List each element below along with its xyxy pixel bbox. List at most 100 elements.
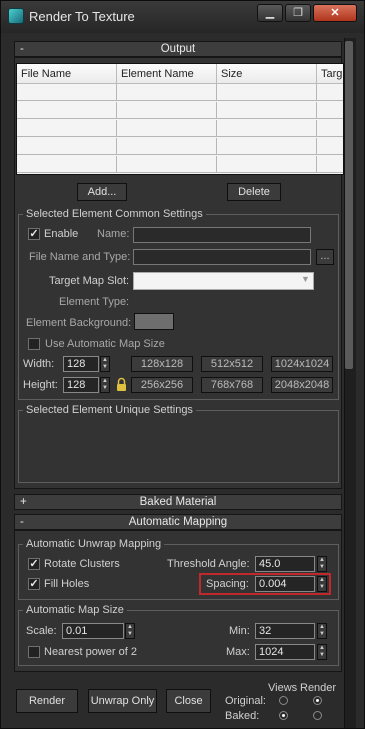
column-header-element-name[interactable]: Element Name (117, 64, 217, 84)
column-header-file-name[interactable]: File Name (17, 64, 117, 84)
browse-file-button[interactable]: ... (316, 249, 334, 265)
table-cell (17, 138, 117, 155)
app-icon (8, 8, 24, 24)
render-column-label: Render (300, 682, 337, 694)
views-column-label: Views (268, 682, 298, 694)
table-cell (217, 84, 317, 101)
table-cell (317, 138, 343, 155)
table-cell (17, 102, 117, 119)
fill-holes-label: Fill Holes (44, 578, 90, 590)
output-file-table[interactable]: File Name Element Name Size Targ (16, 63, 344, 175)
automatic-map-size-title: Automatic Map Size (23, 604, 127, 616)
spacing-spinner[interactable]: ▲ ▼ (317, 576, 327, 592)
use-automatic-map-size-checkbox[interactable] (28, 338, 40, 350)
rollout-output-header[interactable]: - Output (14, 41, 342, 57)
rollout-automatic-mapping-title: Automatic Mapping (128, 516, 228, 528)
scale-spinner[interactable]: ▲ ▼ (125, 623, 135, 639)
preset-2048x2048-button[interactable]: 2048x2048 (271, 377, 333, 393)
height-input[interactable]: 128 (63, 377, 99, 393)
table-row[interactable] (17, 102, 343, 119)
width-input[interactable]: 128 (63, 356, 99, 372)
scale-input[interactable]: 0.01 (62, 623, 124, 639)
rollout-baked-material-header[interactable]: + Baked Material (14, 494, 342, 510)
check-mark-icon: ✓ (29, 578, 39, 590)
table-cell (117, 84, 217, 101)
min-input[interactable]: 32 (255, 623, 315, 639)
rollout-expand-sign: + (20, 496, 27, 508)
window-title: Render To Texture (29, 9, 135, 24)
preset-768x768-button[interactable]: 768x768 (201, 377, 263, 393)
rollout-automatic-mapping-header[interactable]: - Automatic Mapping (14, 514, 342, 530)
original-views-radio[interactable] (279, 696, 288, 705)
min-spinner[interactable]: ▲ ▼ (317, 623, 327, 639)
original-render-radio[interactable] (313, 696, 322, 705)
max-input[interactable]: 1024 (255, 644, 315, 660)
table-cell (117, 120, 217, 137)
chevron-down-icon: ▼ (301, 274, 310, 284)
preset-256x256-button[interactable]: 256x256 (131, 377, 193, 393)
rotate-clusters-checkbox[interactable]: ✓ (28, 558, 40, 570)
table-header: File Name Element Name Size Targ (17, 64, 343, 84)
table-cell (217, 156, 317, 173)
threshold-angle-input[interactable]: 45.0 (255, 556, 315, 572)
minimize-button[interactable]: ▁ (257, 4, 283, 22)
element-background-swatch[interactable] (134, 313, 174, 330)
target-map-slot-dropdown[interactable] (133, 272, 314, 290)
height-spinner[interactable]: ▲ ▼ (100, 377, 110, 393)
table-cell (317, 156, 343, 173)
table-cell (317, 102, 343, 119)
scrollbar-thumb[interactable] (345, 41, 353, 369)
column-header-target[interactable]: Targ (317, 64, 343, 84)
name-input[interactable] (133, 227, 311, 243)
file-name-type-label: File Name and Type: (29, 251, 131, 263)
add-element-button[interactable]: Add... (77, 183, 127, 201)
table-cell (217, 102, 317, 119)
rotate-clusters-label: Rotate Clusters (44, 558, 120, 570)
unique-settings-title: Selected Element Unique Settings (23, 404, 196, 416)
preset-512x512-button[interactable]: 512x512 (201, 356, 263, 372)
table-row[interactable] (17, 156, 343, 173)
preset-128x128-button[interactable]: 128x128 (131, 356, 193, 372)
table-row[interactable] (17, 138, 343, 155)
width-label: Width: (23, 358, 55, 370)
unwrap-only-button[interactable]: Unwrap Only (88, 689, 157, 713)
close-window-button[interactable]: ✕ (313, 4, 357, 22)
baked-views-radio[interactable] (279, 711, 288, 720)
title-bar: Render To Texture ▁ ❐ ✕ (1, 1, 364, 33)
table-cell (17, 156, 117, 173)
rollout-collapse-sign: - (20, 516, 24, 528)
baked-label: Baked: (225, 710, 260, 722)
baked-render-radio[interactable] (313, 711, 322, 720)
table-cell (17, 120, 117, 137)
threshold-angle-label: Threshold Angle: (167, 558, 250, 570)
use-automatic-map-size-label: Use Automatic Map Size (45, 338, 165, 350)
spacing-input[interactable]: 0.004 (255, 576, 315, 592)
original-label: Original: (225, 695, 266, 707)
table-row[interactable] (17, 84, 343, 101)
preset-1024x1024-button[interactable]: 1024x1024 (271, 356, 333, 372)
spacing-label: Spacing: (206, 578, 249, 590)
table-cell (317, 120, 343, 137)
render-button[interactable]: Render (16, 689, 78, 713)
enable-checkbox[interactable]: ✓ (28, 228, 40, 240)
render-to-texture-window: Render To Texture ▁ ❐ ✕ - Output File Na… (0, 0, 365, 729)
file-name-input[interactable] (133, 249, 311, 265)
table-row[interactable] (17, 120, 343, 137)
nearest-power-of-2-checkbox[interactable] (28, 646, 40, 658)
close-button[interactable]: Close (166, 689, 211, 713)
check-mark-icon: ✓ (29, 228, 39, 240)
column-header-size[interactable]: Size (217, 64, 317, 84)
fill-holes-checkbox[interactable]: ✓ (28, 578, 40, 590)
min-label: Min: (229, 625, 250, 637)
delete-element-button[interactable]: Delete (227, 183, 281, 201)
rollout-baked-material-title: Baked Material (139, 496, 217, 508)
maximize-button[interactable]: ❐ (285, 4, 311, 22)
element-type-label: Element Type: (59, 296, 130, 308)
unique-settings-group (18, 410, 339, 483)
threshold-angle-spinner[interactable]: ▲ ▼ (317, 556, 327, 572)
table-cell (117, 156, 217, 173)
max-spinner[interactable]: ▲ ▼ (317, 644, 327, 660)
check-mark-icon: ✓ (29, 558, 39, 570)
width-spinner[interactable]: ▲ ▼ (100, 356, 110, 372)
lock-aspect-icon[interactable] (115, 377, 128, 392)
